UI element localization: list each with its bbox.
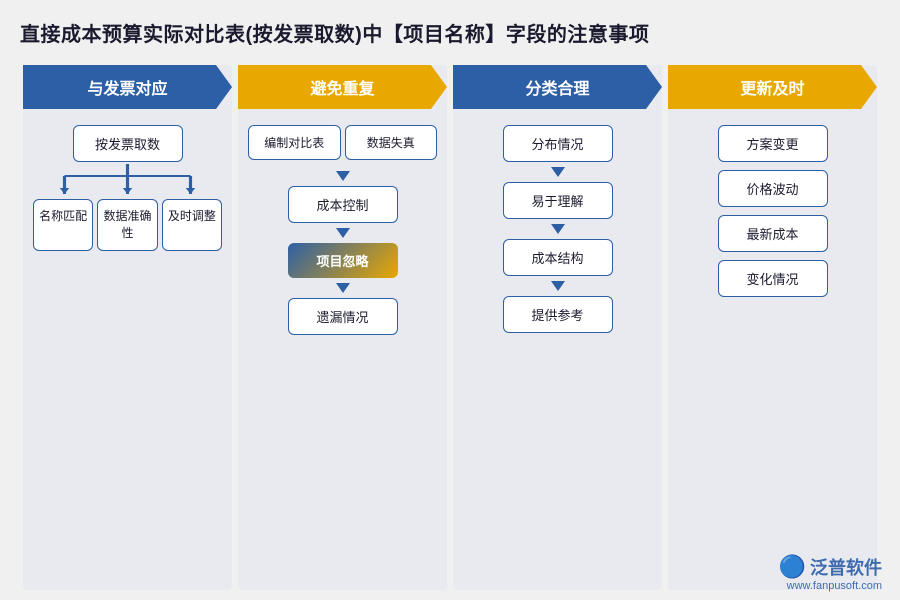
col2-body: 编制对比表 数据失真 成本控制 项目忽略 遗漏情况 — [238, 125, 447, 580]
col3-box-2: 易于理解 — [503, 182, 613, 219]
col2-box-1: 成本控制 — [288, 186, 398, 223]
column-3: 分类合理 分布情况 易于理解 成本结构 提供参考 — [453, 65, 662, 590]
col4-box-1: 方案变更 — [718, 125, 828, 162]
col1-tree-svg — [33, 164, 222, 194]
col4-body: 方案变更 价格波动 最新成本 变化情况 — [668, 125, 877, 580]
col1-branches: 名称匹配 数据准确性 及时调整 — [33, 199, 222, 251]
watermark-icon: 🔵 — [779, 554, 806, 580]
col3-arrow-2 — [551, 224, 565, 234]
col3-body: 分布情况 易于理解 成本结构 提供参考 — [453, 125, 662, 580]
col2-arrow-2 — [336, 228, 350, 238]
col2-top-row: 编制对比表 数据失真 — [248, 125, 437, 160]
col2-top-box-1: 编制对比表 — [248, 125, 341, 160]
main-container: 直接成本预算实际对比表(按发票取数)中【项目名称】字段的注意事项 与发票对应 按… — [0, 0, 900, 600]
col4-box-3: 最新成本 — [718, 215, 828, 252]
col2-arrow-3 — [336, 283, 350, 293]
col2-box-highlight: 项目忽略 — [288, 243, 398, 278]
col4-box-2: 价格波动 — [718, 170, 828, 207]
watermark: 🔵 泛普软件 www.fanpusoft.com — [779, 554, 882, 592]
watermark-url: www.fanpusoft.com — [787, 580, 882, 592]
col3-box-3: 成本结构 — [503, 239, 613, 276]
col2-header: 避免重复 — [238, 65, 447, 109]
col3-arrow-3 — [551, 281, 565, 291]
col3-box-1: 分布情况 — [503, 125, 613, 162]
column-4: 更新及时 方案变更 价格波动 最新成本 变化情况 — [668, 65, 877, 590]
page-title: 直接成本预算实际对比表(按发票取数)中【项目名称】字段的注意事项 — [20, 18, 880, 47]
col1-branch-3: 及时调整 — [162, 199, 222, 251]
column-2: 避免重复 编制对比表 数据失真 成本控制 项目忽略 遗漏情况 — [238, 65, 447, 590]
col2-arrow-1 — [336, 171, 350, 181]
col1-body: 按发票取数 — [23, 125, 232, 580]
col2-top-box-2: 数据失真 — [345, 125, 438, 160]
col1-branch-1: 名称匹配 — [33, 199, 93, 251]
col4-header: 更新及时 — [668, 65, 877, 109]
col2-box-2: 遗漏情况 — [288, 298, 398, 335]
col2-connector: 编制对比表 数据失真 成本控制 项目忽略 遗漏情况 — [248, 125, 437, 335]
columns-container: 与发票对应 按发票取数 — [20, 65, 880, 590]
watermark-brand: 泛普软件 — [810, 554, 882, 580]
col3-connector: 分布情况 易于理解 成本结构 提供参考 — [463, 125, 652, 333]
col4-connector: 方案变更 价格波动 最新成本 变化情况 — [678, 125, 867, 297]
column-1: 与发票对应 按发票取数 — [23, 65, 232, 590]
col1-header: 与发票对应 — [23, 65, 232, 109]
watermark-top: 🔵 泛普软件 — [779, 554, 882, 580]
col3-arrow-1 — [551, 167, 565, 177]
col3-box-4: 提供参考 — [503, 296, 613, 333]
col1-tree: 按发票取数 — [33, 125, 222, 251]
col1-tree-lines — [33, 164, 222, 194]
col1-branch-2: 数据准确性 — [97, 199, 157, 251]
col1-box-main: 按发票取数 — [73, 125, 183, 162]
col3-header: 分类合理 — [453, 65, 662, 109]
col4-box-4: 变化情况 — [718, 260, 828, 297]
